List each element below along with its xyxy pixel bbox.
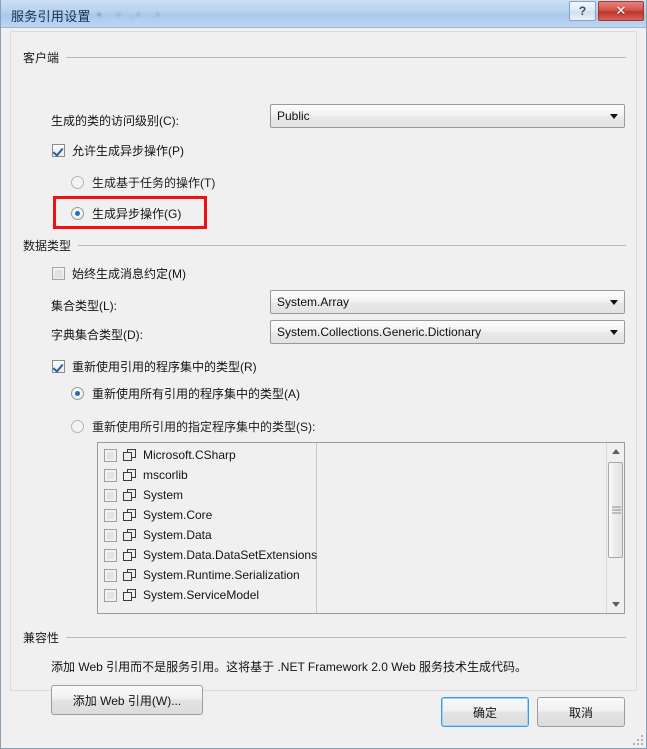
always-message-contracts-checkbox[interactable]: 始终生成消息约定(M) bbox=[52, 265, 186, 282]
reuse-all-radio[interactable]: 重新使用所有引用的程序集中的类型(A) bbox=[71, 385, 300, 402]
reuse-specified-radio[interactable]: 重新使用所引用的指定程序集中的类型(S): bbox=[71, 418, 315, 435]
scrollbar-thumb[interactable] bbox=[608, 462, 623, 558]
assembly-icon bbox=[123, 508, 137, 522]
compatibility-group-rule bbox=[66, 637, 626, 638]
list-item[interactable]: System.Runtime.Serialization bbox=[98, 565, 624, 585]
access-level-value: Public bbox=[277, 109, 310, 123]
task-based-radio-circle bbox=[71, 176, 84, 189]
collection-type-dropdown[interactable]: System.Array bbox=[270, 290, 625, 314]
collection-type-label: 集合类型(L): bbox=[51, 299, 118, 313]
assembly-checkbox[interactable] bbox=[104, 468, 117, 482]
assembly-checkbox[interactable] bbox=[104, 508, 117, 522]
reuse-types-box bbox=[52, 360, 65, 373]
always-message-contracts-label: 始终生成消息约定(M) bbox=[72, 267, 186, 281]
help-icon[interactable]: ? bbox=[569, 1, 596, 21]
window-controls: ? ✕ bbox=[569, 1, 644, 21]
compatibility-group-label: 兼容性 bbox=[23, 631, 60, 645]
access-level-label: 生成的类的访问级别(C): bbox=[51, 114, 179, 128]
add-web-reference-button[interactable]: 添加 Web 引用(W)... bbox=[51, 685, 203, 715]
chevron-down-icon bbox=[604, 105, 624, 127]
close-icon[interactable]: ✕ bbox=[598, 1, 644, 21]
assembly-checkbox[interactable] bbox=[104, 548, 117, 562]
window-title: 服务引用设置 bbox=[11, 9, 91, 24]
assembly-list[interactable]: Microsoft.CSharp mscorlib System System.… bbox=[97, 442, 625, 614]
assembly-name: System bbox=[143, 488, 184, 502]
access-level-dropdown[interactable]: Public bbox=[270, 104, 625, 128]
assembly-checkbox[interactable] bbox=[104, 528, 117, 542]
async-radio-circle bbox=[71, 207, 84, 220]
data-types-group-header: 数据类型 bbox=[23, 237, 626, 254]
collection-type-value: System.Array bbox=[277, 295, 350, 309]
assembly-name: mscorlib bbox=[143, 468, 188, 482]
title-artifact-blur-2: ˰ bbox=[131, 9, 145, 20]
assembly-icon bbox=[123, 448, 137, 462]
assembly-name: System.Data.DataSetExtensions bbox=[143, 548, 318, 562]
dictionary-type-label: 字典集合类型(D): bbox=[51, 328, 143, 342]
ok-button[interactable]: 确定 bbox=[441, 697, 529, 727]
assembly-checkbox[interactable] bbox=[104, 488, 117, 502]
reuse-types-label: 重新使用引用的程序集中的类型(R) bbox=[72, 360, 257, 374]
list-item[interactable]: System.Data.DataSetExtensions bbox=[98, 545, 624, 565]
dialog-body: 客户端 生成的类的访问级别(C): Public 允许生成异步操作(P) 生成基… bbox=[1, 28, 646, 747]
allow-async-label: 允许生成异步操作(P) bbox=[72, 144, 184, 158]
reuse-all-label: 重新使用所有引用的程序集中的类型(A) bbox=[92, 387, 300, 401]
assembly-list-items: Microsoft.CSharp mscorlib System System.… bbox=[98, 443, 624, 605]
task-based-label: 生成基于任务的操作(T) bbox=[92, 176, 216, 190]
list-item[interactable]: System bbox=[98, 485, 624, 505]
client-group-rule bbox=[66, 57, 626, 58]
list-item[interactable]: System.ServiceModel bbox=[98, 585, 624, 605]
assembly-icon bbox=[123, 568, 137, 582]
always-message-contracts-box bbox=[52, 267, 65, 280]
list-item[interactable]: mscorlib bbox=[98, 465, 624, 485]
compatibility-group-header: 兼容性 bbox=[23, 629, 626, 646]
async-radio[interactable]: 生成异步操作(G) bbox=[71, 205, 181, 222]
dialog-content-panel: 客户端 生成的类的访问级别(C): Public 允许生成异步操作(P) 生成基… bbox=[10, 31, 637, 715]
assembly-name: System.Core bbox=[143, 508, 213, 522]
assembly-checkbox[interactable] bbox=[104, 588, 117, 602]
assembly-checkbox[interactable] bbox=[104, 568, 117, 582]
reuse-types-checkbox[interactable]: 重新使用引用的程序集中的类型(R) bbox=[52, 358, 257, 375]
async-label: 生成异步操作(G) bbox=[92, 207, 182, 221]
list-item[interactable]: Microsoft.CSharp bbox=[98, 445, 624, 465]
reuse-specified-label: 重新使用所引用的指定程序集中的类型(S): bbox=[92, 420, 316, 434]
client-group-header: 客户端 bbox=[23, 49, 626, 66]
allow-async-checkbox-box bbox=[52, 144, 65, 157]
allow-async-checkbox[interactable]: 允许生成异步操作(P) bbox=[52, 142, 184, 159]
scroll-up-icon[interactable] bbox=[607, 443, 624, 460]
list-item[interactable]: System.Core bbox=[98, 505, 624, 525]
dictionary-type-value: System.Collections.Generic.Dictionary bbox=[277, 325, 482, 339]
chevron-down-icon bbox=[604, 321, 624, 343]
reuse-all-radio-circle bbox=[71, 387, 84, 400]
assembly-icon bbox=[123, 468, 137, 482]
compatibility-description: 添加 Web 引用而不是服务引用。这将基于 .NET Framework 2.0… bbox=[51, 660, 528, 674]
scroll-down-icon[interactable] bbox=[607, 596, 624, 613]
assembly-icon bbox=[123, 588, 137, 602]
data-types-group-rule bbox=[78, 245, 626, 246]
list-item[interactable]: System.Data bbox=[98, 525, 624, 545]
client-group-label: 客户端 bbox=[23, 51, 60, 65]
assembly-name: System.Runtime.Serialization bbox=[143, 568, 300, 582]
assembly-name: Microsoft.CSharp bbox=[143, 448, 236, 462]
reuse-specified-radio-circle bbox=[71, 420, 84, 433]
assembly-icon bbox=[123, 488, 137, 502]
dictionary-type-dropdown[interactable]: System.Collections.Generic.Dictionary bbox=[270, 320, 625, 344]
assembly-icon bbox=[123, 548, 137, 562]
title-bar: 服务引用设置 ▪ ▫ ▫ ▫ ˰ ? ✕ bbox=[1, 0, 646, 28]
assembly-icon bbox=[123, 528, 137, 542]
chevron-down-icon bbox=[604, 291, 624, 313]
assembly-name: System.Data bbox=[143, 528, 212, 542]
assembly-name: System.ServiceModel bbox=[143, 588, 260, 602]
scrollbar-grip-icon bbox=[612, 505, 621, 516]
task-based-radio[interactable]: 生成基于任务的操作(T) bbox=[71, 174, 215, 191]
data-types-group-label: 数据类型 bbox=[23, 239, 72, 253]
service-reference-settings-dialog: 服务引用设置 ▪ ▫ ▫ ▫ ˰ ? ✕ 客户端 生成的类的访问级别(C): P… bbox=[0, 0, 647, 749]
resize-grip-icon[interactable] bbox=[631, 733, 643, 745]
assembly-list-scrollbar[interactable] bbox=[606, 443, 624, 613]
assembly-checkbox[interactable] bbox=[104, 448, 117, 462]
cancel-button[interactable]: 取消 bbox=[537, 697, 625, 727]
